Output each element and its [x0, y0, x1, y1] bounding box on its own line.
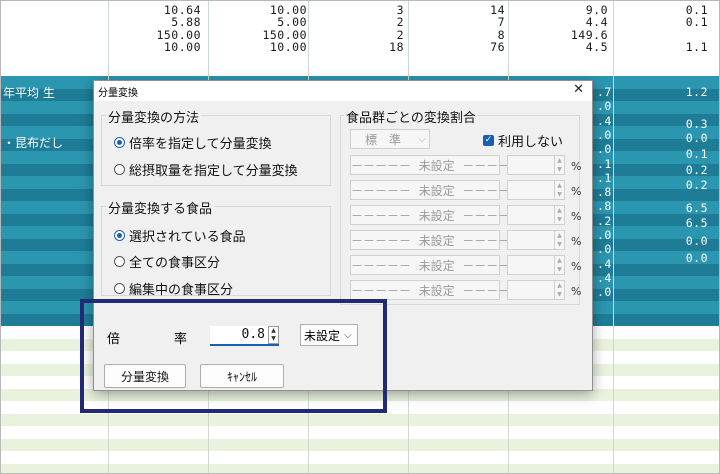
background-cell: .2 [597, 213, 612, 228]
background-cell: 0.1 [685, 147, 708, 161]
radio-food-selected[interactable]: 選択されている食品 [114, 226, 246, 245]
radio-method-ratio[interactable]: 倍率を指定して分量変換 [114, 133, 272, 152]
background-cell: 90.34 [269, 52, 307, 67]
spin-arrows-icon[interactable]: ▲ ▼ [554, 231, 564, 249]
radio-method-total[interactable]: 総摂取量を指定して分量変換 [114, 160, 298, 179]
group-ratio-dropdown-value: －－－－－ 未設定 －－－－－ [351, 183, 523, 198]
spin-arrows-icon[interactable]: ▲ ▼ [554, 156, 564, 174]
highlight-box [80, 299, 387, 413]
background-cell: .0 [597, 127, 612, 142]
background-cell: .4 [597, 256, 612, 271]
radio-food-all-label: 全ての食事区分 [129, 256, 221, 271]
no-use-checkbox[interactable]: ✓ 利用しない [483, 131, 563, 150]
background-cell: .8 [597, 199, 612, 214]
spin-arrows-icon[interactable]: ▲ ▼ [554, 206, 564, 224]
group-ratio-dropdown-value: －－－－－ 未設定 －－－－－ [351, 233, 523, 248]
background-cell: .0 [597, 242, 612, 257]
group-ratio-dropdown-value: －－－－－ 未設定 －－－－－ [351, 283, 523, 298]
method-group-title: 分量変換の方法 [106, 107, 202, 126]
group-ratio-spinner[interactable]: ▲ ▼ [507, 205, 565, 225]
group-ratio-dropdown[interactable]: －－－－－ 未設定 －－－－－⌵ [350, 180, 530, 200]
background-cell: 17 [389, 52, 404, 67]
group-ratio-spinner[interactable]: ▲ ▼ [507, 230, 565, 250]
background-cell: .4 [597, 113, 612, 128]
background-cell: 82.9 [578, 52, 608, 67]
spin-arrows-icon[interactable]: ▲ ▼ [554, 181, 564, 199]
background-cell: .8 [597, 185, 612, 200]
no-use-label: 利用しない [498, 135, 564, 150]
percent-label: % [571, 185, 582, 198]
radio-method-total-label: 総摂取量を指定して分量変換 [129, 164, 298, 179]
background-row-label: 年平均 生 [3, 86, 55, 100]
window-frame: 10.64 10.00 3 14 9.0 0.1 5.88 5.00 2 7 4.4 0.1 150.0… [0, 0, 720, 474]
group-ratio-spinner[interactable]: ▲ ▼ [507, 255, 565, 275]
background-cell: .0 [597, 99, 612, 114]
group-ratio-dropdown[interactable]: －－－－－ 未設定 －－－－－⌵ [350, 155, 530, 175]
background-cell: .4 [597, 270, 612, 285]
group-ratio-spinner[interactable]: ▲ ▼ [507, 155, 565, 175]
background-cell: .1 [597, 170, 612, 185]
spin-arrows-icon[interactable]: ▲ ▼ [554, 256, 564, 274]
radio-off-icon [114, 256, 125, 267]
radio-off-icon [114, 283, 125, 294]
background-cell: 1.2 [685, 85, 708, 99]
background-cell: .0 [597, 228, 612, 242]
dialog-title: 分量変換 [98, 88, 138, 99]
background-cell: 0.0 [685, 131, 708, 145]
standard-dropdown[interactable]: 標 準 ⌵ [350, 129, 430, 149]
background-row-label: ・昆布だし [3, 136, 64, 150]
group-ratio-spinner[interactable]: ▲ ▼ [507, 180, 565, 200]
background-cell: 0.2 [685, 178, 708, 192]
background-cell: 98.12 [163, 52, 201, 67]
radio-method-ratio-label: 倍率を指定して分量変換 [129, 137, 272, 152]
background-cell: 6.5 [685, 216, 708, 230]
percent-label: % [571, 160, 582, 173]
background-cell: 73 [490, 52, 505, 67]
group-ratio-dropdown[interactable]: －－－－－ 未設定 －－－－－⌵ [350, 280, 530, 300]
background-cell: 0.2 [685, 163, 708, 177]
spin-arrows-icon[interactable]: ▲ ▼ [554, 281, 564, 299]
group-ratio-dropdown-value: －－－－－ 未設定 －－－－－ [351, 258, 523, 273]
background-cell: .1 [597, 156, 612, 171]
close-icon[interactable]: ✕ [573, 82, 584, 97]
background-cell: .0 [597, 285, 612, 300]
food-group-title: 分量変換する食品 [106, 198, 215, 217]
background-cell: 1.7 [685, 52, 708, 67]
radio-food-editing-label: 編集中の食事区分 [129, 283, 234, 298]
radio-food-editing[interactable]: 編集中の食事区分 [114, 279, 233, 298]
percent-label: % [571, 285, 582, 298]
background-cell: 6.5 [685, 201, 708, 215]
background-cell: 0.1 [685, 15, 708, 30]
radio-on-icon [114, 230, 125, 241]
group-ratio-spinner[interactable]: ▲ ▼ [507, 280, 565, 300]
group-ratio-title: 食品群ごとの変換割合 [344, 107, 478, 126]
background-cell: .0 [597, 142, 612, 157]
checkmark-icon: ✓ [483, 135, 494, 146]
background-cell: 0.3 [685, 117, 708, 131]
percent-label: % [571, 235, 582, 248]
background-cell: 0.0 [685, 251, 708, 265]
radio-on-icon [114, 137, 125, 148]
group-ratio-dropdown[interactable]: －－－－－ 未設定 －－－－－⌵ [350, 230, 530, 250]
group-ratio-dropdown-value: －－－－－ 未設定 －－－－－ [351, 158, 523, 173]
group-ratio-dropdown-value: －－－－－ 未設定 －－－－－ [351, 208, 523, 223]
chevron-down-icon: ⌵ [418, 133, 426, 145]
standard-dropdown-value: 標 準 [364, 132, 401, 147]
percent-label: % [571, 260, 582, 273]
radio-food-selected-label: 選択されている食品 [129, 230, 246, 245]
percent-label: % [571, 210, 582, 223]
column-divider [613, 1, 614, 473]
dialog-titlebar: 分量変換 ✕ [94, 81, 592, 101]
group-ratio-dropdown[interactable]: －－－－－ 未設定 －－－－－⌵ [350, 205, 530, 225]
radio-off-icon [114, 164, 125, 175]
radio-food-all[interactable]: 全ての食事区分 [114, 252, 220, 271]
group-ratio-dropdown[interactable]: －－－－－ 未設定 －－－－－⌵ [350, 255, 530, 275]
background-cell: 0.0 [685, 234, 708, 248]
background-cell: .7 [597, 85, 612, 99]
